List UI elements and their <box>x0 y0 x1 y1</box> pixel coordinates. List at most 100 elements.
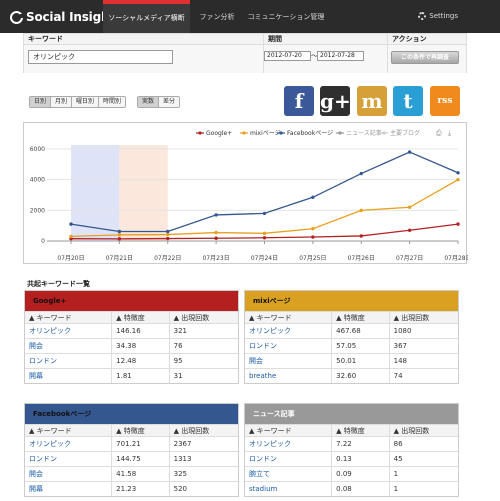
keyword-link[interactable]: オリンピック <box>25 437 113 451</box>
score-cell: 41.58 <box>112 467 170 481</box>
nav-tab-fan-analysis[interactable]: ファン分析 <box>194 0 240 33</box>
table-row: 開会 41.58 325 <box>25 466 238 481</box>
keyword-link[interactable]: 開会 <box>25 339 113 353</box>
keyword-table: Facebookページ ▲ キーワード ▲ 特徴度 ▲ 出現回数 オリンピック 701.2… <box>24 403 239 497</box>
keyword-link[interactable]: 開会 <box>25 467 113 481</box>
table-row: 開幕 1.81 31 <box>25 368 238 383</box>
nav-tab-cross-media[interactable]: ソーシャルメディア横断 <box>103 0 190 33</box>
facebook-icon[interactable]: f <box>284 86 314 116</box>
data-point <box>262 211 267 216</box>
count-cell: 45 <box>393 455 403 463</box>
keyword-link[interactable]: 開会 <box>245 354 333 368</box>
keyword-link[interactable]: オリンピック <box>245 437 333 451</box>
sort-column-header[interactable]: ▲ キーワード <box>245 425 333 436</box>
count-cell: 1 <box>393 485 399 493</box>
score-cell: 57.05 <box>332 339 390 353</box>
data-point <box>407 150 412 154</box>
table-row: ロンドン 57.05 367 <box>245 338 458 353</box>
sort-column-header[interactable]: ▲ 出現回数 <box>390 312 458 323</box>
keyword-link[interactable]: オリンピック <box>245 324 333 338</box>
google-plus-icon[interactable]: g+ <box>320 86 351 116</box>
data-point <box>214 236 218 240</box>
granularity-weekday-button[interactable]: 曜日別 <box>72 97 100 107</box>
rss-icon[interactable]: rss <box>430 86 460 116</box>
x-tick-label: 07月25日 <box>299 255 326 262</box>
data-point <box>117 233 122 237</box>
trend-chart-svg: 0 2000 4000 6000 07月20日 07月21日 07月22日 07月23日 07月… <box>30 129 468 262</box>
mixi-icon[interactable]: m <box>357 86 387 116</box>
x-tick-label: 07月26日 <box>348 255 375 262</box>
keyword-link[interactable]: ロンドン <box>245 339 333 353</box>
keyword-link[interactable]: breathe <box>245 369 333 383</box>
table-row: オリンピック 701.21 2367 <box>25 436 238 451</box>
sort-column-header[interactable]: ▲ 出現回数 <box>170 425 238 436</box>
legend-marker <box>242 131 246 135</box>
rerun-search-button[interactable]: この条件で再調査 <box>391 51 459 64</box>
settings-link[interactable]: Settings <box>418 12 458 20</box>
data-point <box>262 231 267 236</box>
data-point <box>359 208 363 213</box>
sort-column-header[interactable]: ▲ 特徴度 <box>112 425 170 436</box>
keyword-link[interactable]: ロンドン <box>25 354 113 368</box>
date-to-input[interactable]: 2012-07-28 <box>317 51 364 61</box>
data-point <box>214 230 218 235</box>
sort-column-header[interactable]: ▲ キーワード <box>25 425 113 436</box>
table-row: 開会 34.38 76 <box>25 338 238 353</box>
twitter-icon[interactable]: t <box>393 86 423 116</box>
table-row: breathe 32.60 74 <box>245 368 458 383</box>
keyword-link[interactable]: ロンドン <box>25 452 113 466</box>
mode-actual-button[interactable]: 実数 <box>138 97 160 107</box>
x-tick-label: 07月22日 <box>154 255 181 262</box>
legend-marker <box>338 131 342 135</box>
x-tick-label: 07月28日 <box>444 255 468 262</box>
count-cell: 1 <box>393 470 399 478</box>
data-point <box>311 195 315 199</box>
sort-column-header[interactable]: ▲ 出現回数 <box>390 425 458 436</box>
keyword-input[interactable]: オリンピック <box>28 50 173 64</box>
count-cell: 1080 <box>393 327 412 335</box>
legend-label: 主要ブログ <box>390 129 420 137</box>
mode-diff-button[interactable]: 差分 <box>159 97 180 107</box>
keyword-link[interactable]: ロンドン <box>245 452 333 466</box>
data-point <box>359 234 363 238</box>
sort-column-header[interactable]: ▲ キーワード <box>245 312 333 323</box>
keyword-link[interactable]: 腕立て <box>245 467 333 481</box>
date-from-input[interactable]: 2012-07-20 <box>264 51 311 61</box>
sort-column-header[interactable]: ▲ 特徴度 <box>332 425 390 436</box>
granularity-daily-button[interactable]: 日別 <box>30 97 52 107</box>
score-cell: 701.21 <box>112 437 170 451</box>
sort-column-header[interactable]: ▲ キーワード <box>25 312 113 323</box>
data-point <box>214 213 218 217</box>
keyword-table-title: ニュース記事 <box>245 404 458 424</box>
data-point <box>166 232 170 237</box>
brand[interactable]: Social Insight <box>10 8 115 26</box>
nav-tab-communication[interactable]: コミュニケーション管理 <box>244 0 328 33</box>
sort-column-header[interactable]: ▲ 特徴度 <box>332 312 390 323</box>
count-cell: 95 <box>173 357 183 365</box>
x-tick-label: 07月20日 <box>57 255 84 262</box>
granularity-hourly-button[interactable]: 時間別 <box>99 97 126 107</box>
keyword-table-title: Facebookページ <box>25 404 238 424</box>
table-row: ロンドン 144.75 1313 <box>25 451 238 466</box>
settings-label: Settings <box>429 12 458 20</box>
keyword-link[interactable]: stadium <box>245 482 333 496</box>
granularity-toggle: 日別 月別 曜日別 時間別 <box>29 96 127 108</box>
table-row: 腕立て 0.09 1 <box>245 466 458 481</box>
count-cell: 2367 <box>173 440 192 448</box>
section-title: 共起キーワード一覧 <box>27 280 90 288</box>
sort-column-header[interactable]: ▲ 出現回数 <box>170 312 238 323</box>
table-column-header-row: ▲ キーワード ▲ 特徴度 ▲ 出現回数 <box>25 424 238 436</box>
table-column-header-row: ▲ キーワード ▲ 特徴度 ▲ 出現回数 <box>245 424 458 436</box>
score-cell: 0.09 <box>332 467 390 481</box>
count-cell: 321 <box>173 327 188 335</box>
score-cell: 34.38 <box>112 339 170 353</box>
data-point <box>407 228 412 232</box>
keyword-link[interactable]: 開幕 <box>25 482 113 496</box>
granularity-monthly-button[interactable]: 月別 <box>51 97 73 107</box>
keyword-link[interactable]: 開幕 <box>25 369 113 383</box>
keyword-link[interactable]: オリンピック <box>25 324 113 338</box>
data-point <box>359 171 363 176</box>
sort-column-header[interactable]: ▲ 特徴度 <box>112 312 170 323</box>
data-point <box>311 235 315 239</box>
y-tick-label: 0 <box>41 238 45 245</box>
